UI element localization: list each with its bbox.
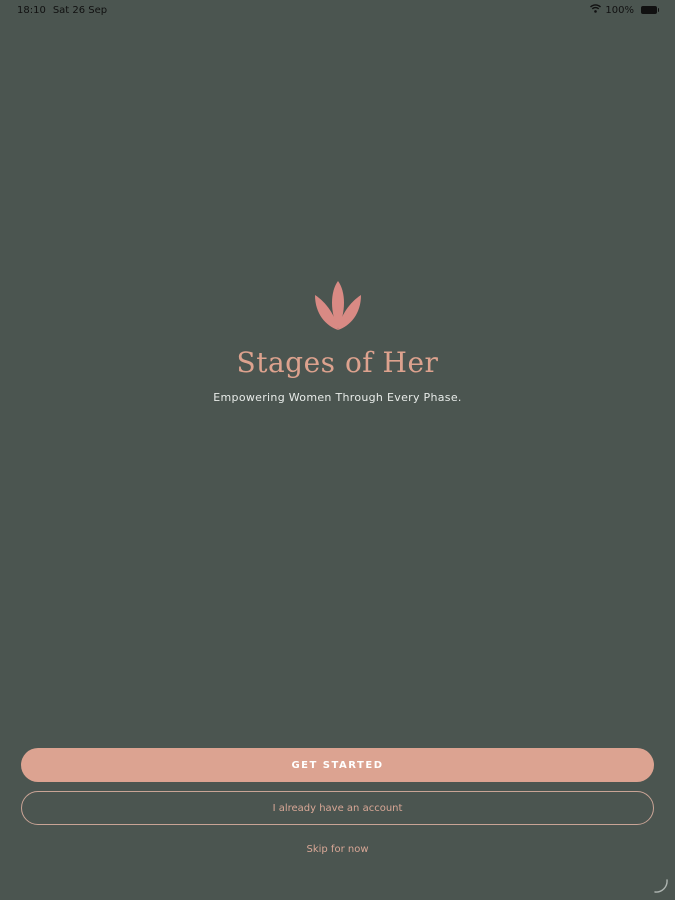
status-date: Sat 26 Sep xyxy=(52,5,108,16)
skip-link[interactable]: Skip for now xyxy=(0,844,675,855)
get-started-button[interactable]: GET STARTED xyxy=(21,748,654,782)
app-tagline: Empowering Women Through Every Phase. xyxy=(213,391,462,404)
loading-spinner-icon xyxy=(654,879,668,893)
status-left: 18:10 Sat 26 Sep xyxy=(17,5,107,16)
battery-percent: 100% xyxy=(605,4,634,16)
have-account-button[interactable]: I already have an account xyxy=(21,791,654,825)
app-title: Stages of Her xyxy=(236,346,439,379)
status-bar: 18:10 Sat 26 Sep 100% xyxy=(0,0,675,22)
hero: Stages of Her Empowering Women Through E… xyxy=(0,278,675,404)
wifi-icon xyxy=(590,4,602,16)
battery-icon xyxy=(641,6,659,14)
lotus-icon xyxy=(314,281,361,330)
status-time: 18:10 xyxy=(17,5,46,16)
status-right: 100% xyxy=(590,4,659,16)
